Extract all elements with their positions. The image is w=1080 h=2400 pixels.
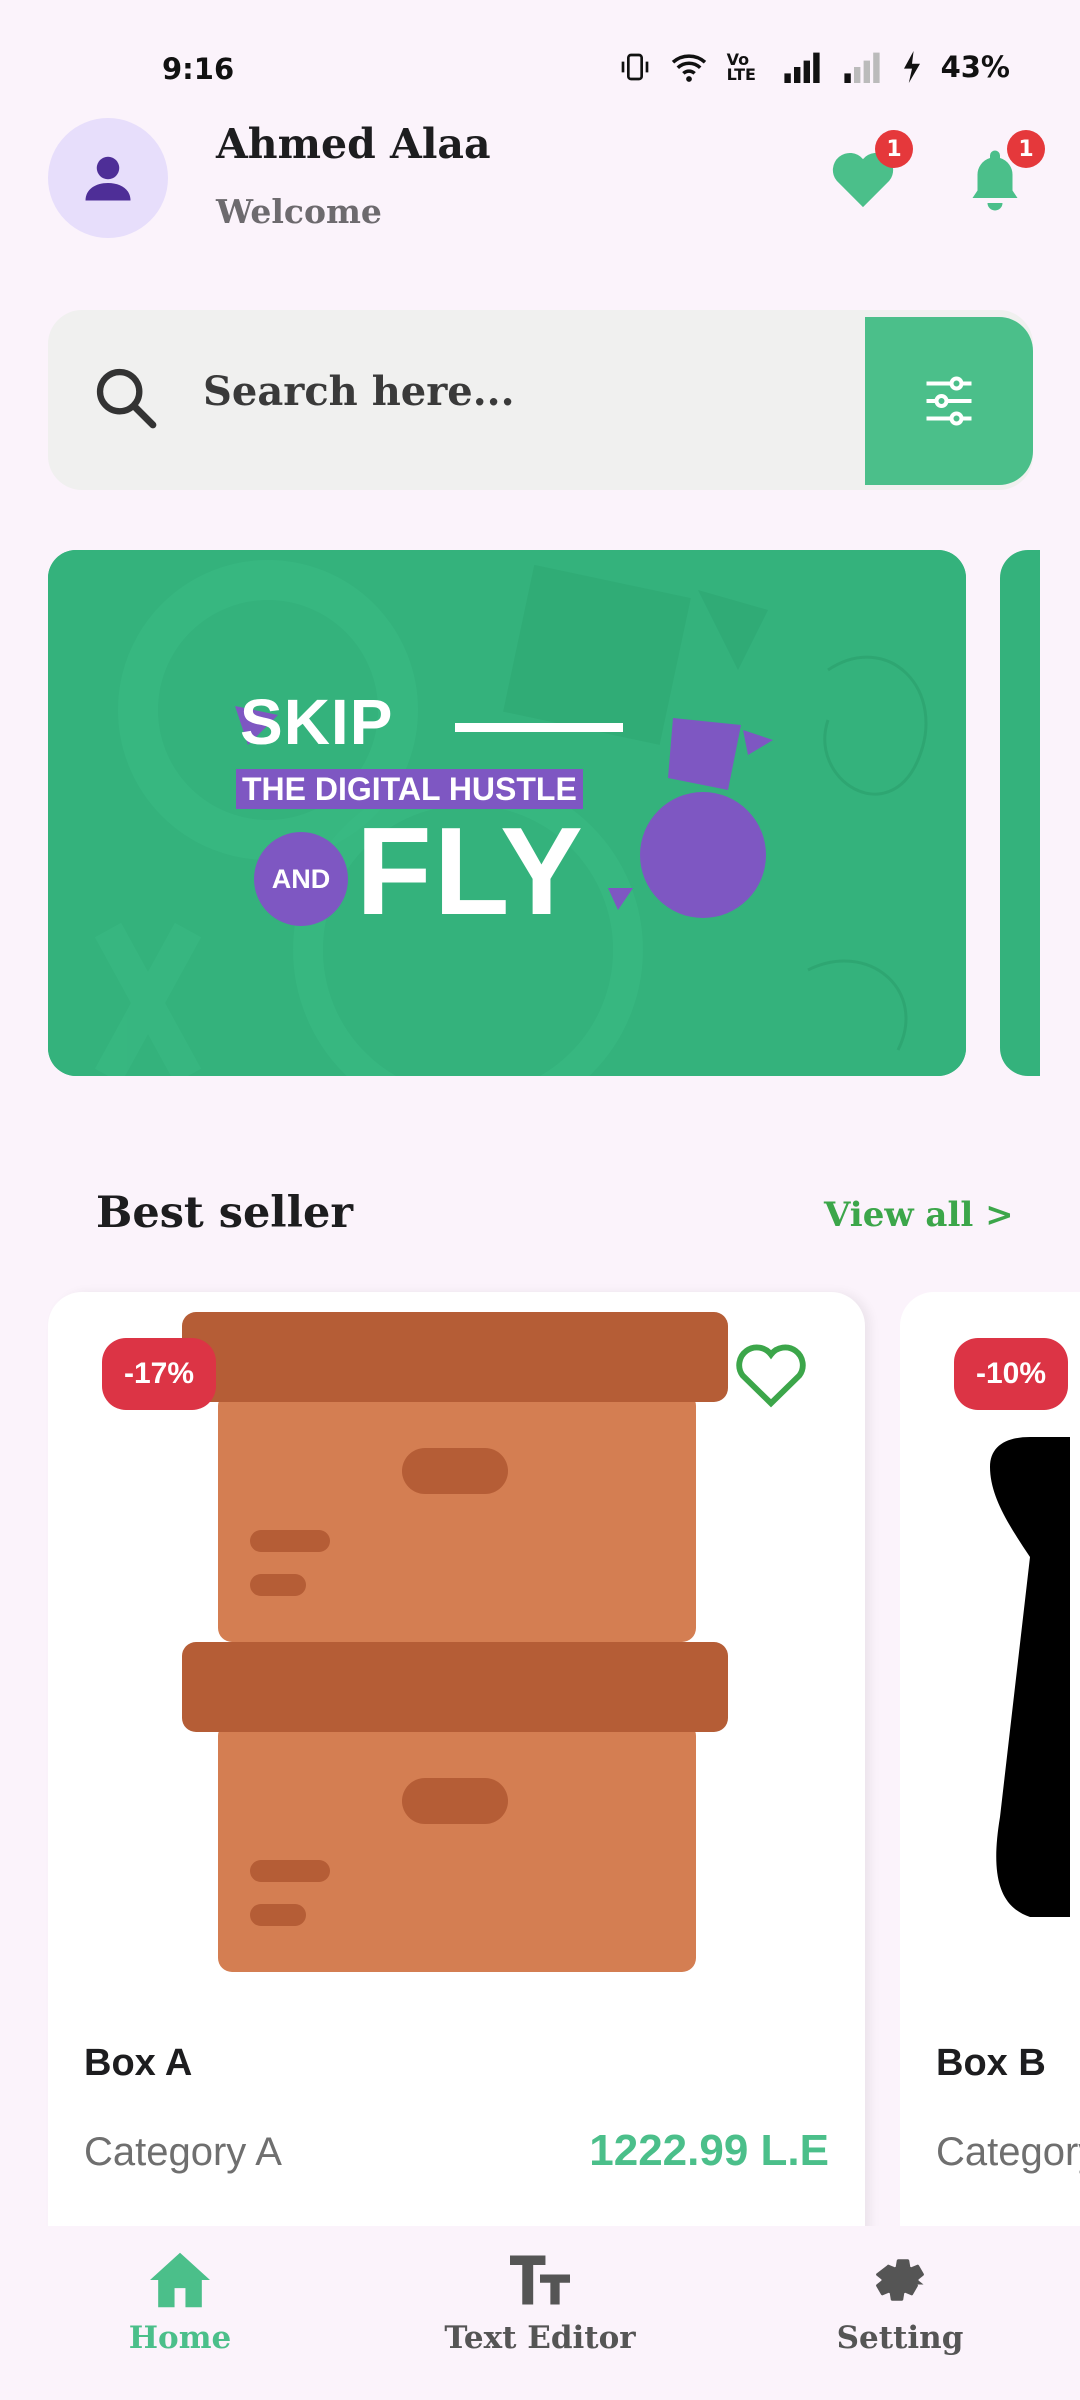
notifications-badge: 1 — [1007, 130, 1045, 168]
nav-setting-label: Setting — [836, 2320, 964, 2356]
signal-2-icon — [843, 52, 880, 83]
nav-home-label: Home — [128, 2320, 232, 2356]
volte-label: Vo LTE — [726, 50, 756, 84]
promo-banner-next[interactable] — [1000, 550, 1040, 1076]
section-title: Best seller — [96, 1188, 353, 1238]
product-card[interactable]: -17% Box A Category A 1222.99 L.E — [48, 1292, 865, 2242]
product-category: Category A — [84, 2130, 282, 2174]
signal-icon — [783, 52, 820, 83]
discount-badge: -17% — [102, 1338, 216, 1410]
wifi-icon — [671, 54, 706, 82]
battery-level: 43% — [940, 50, 1010, 84]
banner-fly: FLY — [356, 803, 585, 941]
banner-and-badge: AND — [254, 832, 348, 926]
status-icons: Vo LTE 43% — [619, 50, 1010, 84]
nav-text-editor-label: Text Editor — [444, 2320, 636, 2356]
product-name: Box A — [84, 2042, 193, 2084]
product-card[interactable]: -10% Box B Category B — [900, 1292, 1080, 2242]
nav-home[interactable]: Home — [50, 2250, 310, 2356]
status-time: 9:16 — [162, 52, 235, 86]
vibrate-icon — [621, 53, 648, 81]
home-icon — [150, 2252, 210, 2308]
heart-outline-icon[interactable] — [732, 1338, 810, 1410]
discount-badge: -10% — [954, 1338, 1068, 1410]
nav-text-editor[interactable]: Text Editor — [410, 2250, 670, 2356]
favorites-button[interactable]: 1 — [823, 130, 913, 218]
search-placeholder: Search here... — [203, 368, 515, 415]
notifications-button[interactable]: 1 — [955, 130, 1045, 218]
banner-divider — [455, 723, 623, 732]
favorites-badge: 1 — [875, 130, 913, 168]
status-bar: 9:16 Vo LTE 43% — [0, 0, 1080, 110]
gear-icon — [876, 2259, 924, 2301]
avatar[interactable] — [48, 118, 168, 238]
product-category: Category B — [936, 2130, 1080, 2174]
product-image — [990, 1437, 1070, 1917]
banner-headline: SKIP — [240, 686, 394, 758]
sliders-icon — [926, 376, 972, 426]
charging-icon — [903, 51, 920, 83]
text-size-icon — [510, 2255, 570, 2305]
product-price: 1222.99 L.E — [589, 2126, 829, 2175]
view-all-link[interactable]: View all > — [824, 1195, 1014, 1235]
search-icon — [96, 368, 157, 429]
nav-setting[interactable]: Setting — [770, 2250, 1030, 2356]
greeting: Welcome — [216, 192, 382, 231]
person-icon — [85, 156, 131, 201]
filter-button[interactable] — [865, 317, 1033, 485]
product-name: Box B — [936, 2042, 1046, 2084]
box-image — [182, 1312, 728, 1972]
user-name: Ahmed Alaa — [216, 120, 491, 168]
